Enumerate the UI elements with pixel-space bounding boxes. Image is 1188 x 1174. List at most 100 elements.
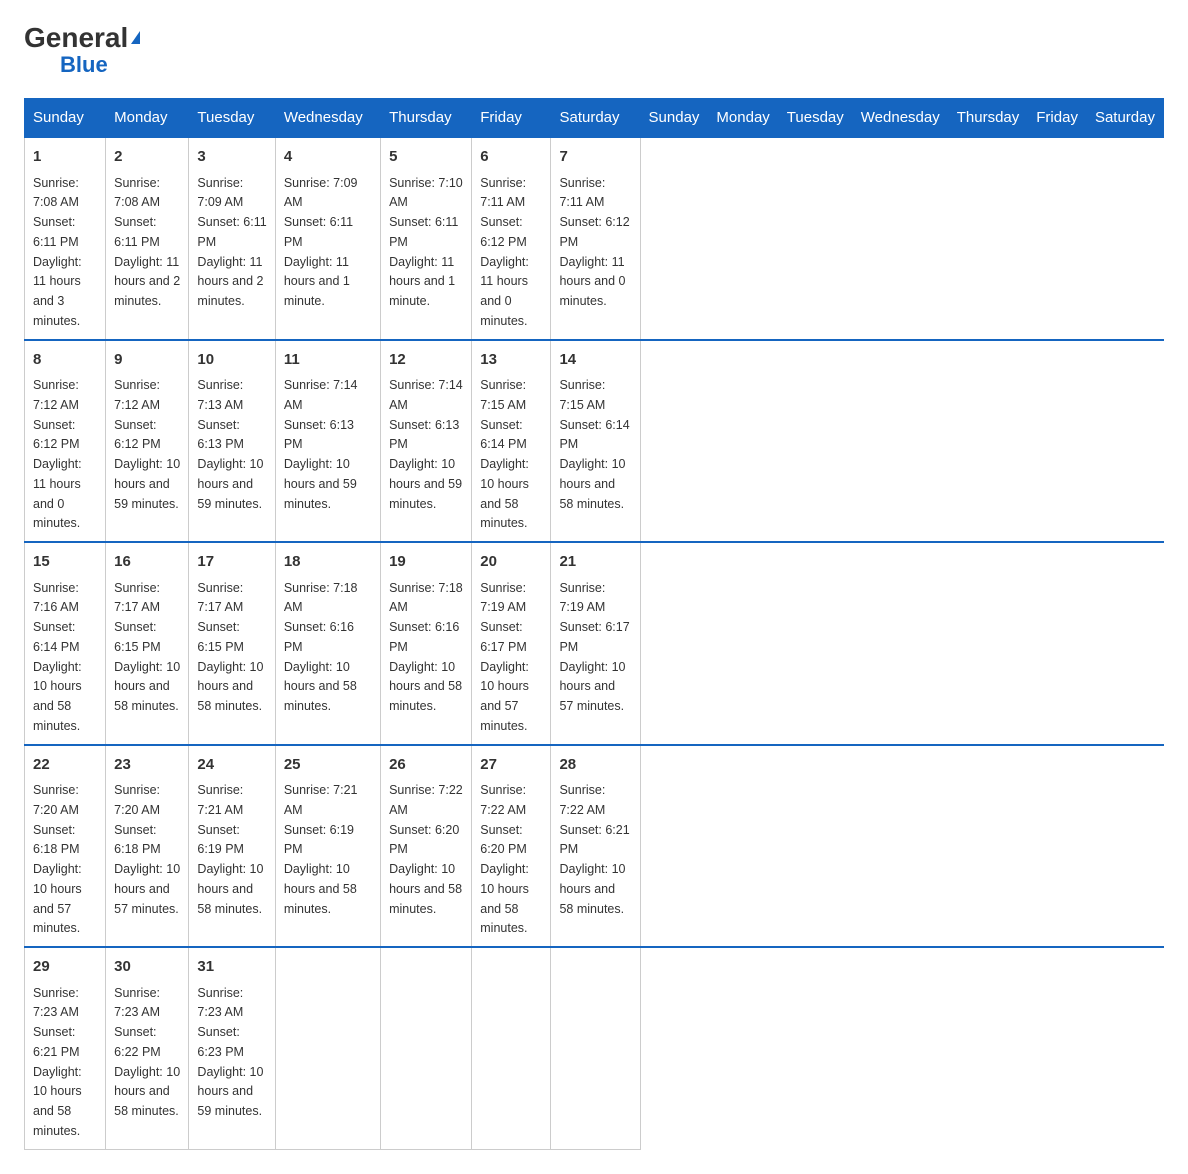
day-number: 19 bbox=[389, 551, 463, 574]
day-number: 18 bbox=[284, 551, 372, 574]
day-number: 11 bbox=[284, 349, 372, 372]
calendar-cell: 27Sunrise: 7:22 AMSunset: 6:20 PMDayligh… bbox=[472, 745, 551, 948]
day-number: 5 bbox=[389, 146, 463, 169]
calendar-cell: 2Sunrise: 7:08 AMSunset: 6:11 PMDaylight… bbox=[106, 137, 189, 340]
calendar-cell: 5 Sunrise: 7:10 AMSunset: 6:11 PMDaylight… bbox=[381, 137, 472, 340]
calendar-cell: 11 Sunrise: 7:14 AMSunset: 6:13 PMDayligh… bbox=[275, 340, 380, 543]
calendar-cell: 22 Sunrise: 7:20 AMSunset: 6:18 PMDayligh… bbox=[25, 745, 106, 948]
day-number: 16 bbox=[114, 551, 180, 574]
calendar-cell: 14Sunrise: 7:15 AMSunset: 6:14 PMDayligh… bbox=[551, 340, 640, 543]
calendar-cell: 31 Sunrise: 7:23 AMSunset: 6:23 PMDayligh… bbox=[189, 947, 275, 1149]
day-number: 24 bbox=[197, 754, 266, 777]
day-number: 10 bbox=[197, 349, 266, 372]
day-number: 25 bbox=[284, 754, 372, 777]
day-info: Sunrise: 7:13 AMSunset: 6:13 PMDaylight:… bbox=[197, 378, 263, 511]
day-info: Sunrise: 7:10 AMSunset: 6:11 PMDaylight:… bbox=[389, 176, 463, 309]
day-number: 4 bbox=[284, 146, 372, 169]
logo: General Blue bbox=[24, 24, 140, 78]
day-info: Sunrise: 7:16 AMSunset: 6:14 PMDaylight:… bbox=[33, 581, 82, 733]
calendar-cell: 20Sunrise: 7:19 AMSunset: 6:17 PMDayligh… bbox=[472, 542, 551, 745]
day-number: 17 bbox=[197, 551, 266, 574]
day-number: 22 bbox=[33, 754, 97, 777]
day-info: Sunrise: 7:12 AMSunset: 6:12 PMDaylight:… bbox=[114, 378, 180, 511]
calendar-week-row: 1Sunrise: 7:08 AMSunset: 6:11 PMDaylight… bbox=[25, 137, 1164, 340]
day-number: 13 bbox=[480, 349, 542, 372]
calendar-cell: 26Sunrise: 7:22 AMSunset: 6:20 PMDayligh… bbox=[381, 745, 472, 948]
calendar-cell: 19 Sunrise: 7:18 AMSunset: 6:16 PMDayligh… bbox=[381, 542, 472, 745]
calendar-cell: 4 Sunrise: 7:09 AMSunset: 6:11 PMDaylight… bbox=[275, 137, 380, 340]
day-info: Sunrise: 7:20 AMSunset: 6:18 PMDaylight:… bbox=[33, 783, 82, 935]
day-info: Sunrise: 7:09 AMSunset: 6:11 PMDaylight:… bbox=[284, 176, 358, 309]
day-number: 6 bbox=[480, 146, 542, 169]
calendar-cell: 24 Sunrise: 7:21 AMSunset: 6:19 PMDayligh… bbox=[189, 745, 275, 948]
day-info: Sunrise: 7:15 AMSunset: 6:14 PMDaylight:… bbox=[480, 378, 529, 530]
day-number: 2 bbox=[114, 146, 180, 169]
day-number: 31 bbox=[197, 956, 266, 979]
calendar-cell bbox=[381, 947, 472, 1149]
col-header-sunday: Sunday bbox=[25, 99, 106, 138]
col-header-thursday: Thursday bbox=[381, 99, 472, 138]
calendar-cell: 3Sunrise: 7:09 AMSunset: 6:11 PMDaylight… bbox=[189, 137, 275, 340]
calendar-cell: 12 Sunrise: 7:14 AMSunset: 6:13 PMDayligh… bbox=[381, 340, 472, 543]
calendar-cell: 13 Sunrise: 7:15 AMSunset: 6:14 PMDayligh… bbox=[472, 340, 551, 543]
day-info: Sunrise: 7:14 AMSunset: 6:13 PMDaylight:… bbox=[389, 378, 463, 511]
day-number: 28 bbox=[559, 754, 631, 777]
day-number: 12 bbox=[389, 349, 463, 372]
calendar-cell: 17 Sunrise: 7:17 AMSunset: 6:15 PMDayligh… bbox=[189, 542, 275, 745]
day-number: 8 bbox=[33, 349, 97, 372]
col-header-saturday: Saturday bbox=[551, 99, 640, 138]
day-number: 21 bbox=[559, 551, 631, 574]
calendar-cell: 28 Sunrise: 7:22 AMSunset: 6:21 PMDayligh… bbox=[551, 745, 640, 948]
col-header-monday: Monday bbox=[708, 99, 778, 138]
col-header-tuesday: Tuesday bbox=[189, 99, 275, 138]
col-header-thursday: Thursday bbox=[948, 99, 1028, 138]
day-info: Sunrise: 7:11 AMSunset: 6:12 PMDaylight:… bbox=[480, 176, 529, 328]
day-number: 23 bbox=[114, 754, 180, 777]
day-number: 29 bbox=[33, 956, 97, 979]
logo-general-text: General bbox=[24, 24, 140, 52]
day-info: Sunrise: 7:22 AMSunset: 6:20 PMDaylight:… bbox=[480, 783, 529, 935]
calendar-header-row: SundayMondayTuesdayWednesdayThursdayFrid… bbox=[25, 99, 1164, 138]
day-info: Sunrise: 7:08 AMSunset: 6:11 PMDaylight:… bbox=[33, 176, 82, 328]
page-header: General Blue bbox=[24, 24, 1164, 78]
day-info: Sunrise: 7:17 AMSunset: 6:15 PMDaylight:… bbox=[114, 581, 180, 714]
day-number: 20 bbox=[480, 551, 542, 574]
col-header-wednesday: Wednesday bbox=[852, 99, 948, 138]
calendar-cell bbox=[275, 947, 380, 1149]
calendar-cell: 23 Sunrise: 7:20 AMSunset: 6:18 PMDayligh… bbox=[106, 745, 189, 948]
day-info: Sunrise: 7:18 AMSunset: 6:16 PMDaylight:… bbox=[284, 581, 358, 714]
calendar-cell: 15Sunrise: 7:16 AMSunset: 6:14 PMDayligh… bbox=[25, 542, 106, 745]
col-header-friday: Friday bbox=[472, 99, 551, 138]
calendar-cell: 9 Sunrise: 7:12 AMSunset: 6:12 PMDaylight… bbox=[106, 340, 189, 543]
day-info: Sunrise: 7:12 AMSunset: 6:12 PMDaylight:… bbox=[33, 378, 82, 530]
col-header-wednesday: Wednesday bbox=[275, 99, 380, 138]
day-info: Sunrise: 7:20 AMSunset: 6:18 PMDaylight:… bbox=[114, 783, 180, 916]
day-number: 30 bbox=[114, 956, 180, 979]
day-info: Sunrise: 7:22 AMSunset: 6:21 PMDaylight:… bbox=[559, 783, 629, 916]
day-info: Sunrise: 7:23 AMSunset: 6:23 PMDaylight:… bbox=[197, 986, 263, 1119]
col-header-saturday: Saturday bbox=[1086, 99, 1163, 138]
col-header-sunday: Sunday bbox=[640, 99, 708, 138]
logo-blue-text: Blue bbox=[60, 52, 108, 78]
day-info: Sunrise: 7:17 AMSunset: 6:15 PMDaylight:… bbox=[197, 581, 263, 714]
day-info: Sunrise: 7:21 AMSunset: 6:19 PMDaylight:… bbox=[284, 783, 358, 916]
day-info: Sunrise: 7:22 AMSunset: 6:20 PMDaylight:… bbox=[389, 783, 463, 916]
calendar-cell: 7Sunrise: 7:11 AMSunset: 6:12 PMDaylight… bbox=[551, 137, 640, 340]
day-info: Sunrise: 7:18 AMSunset: 6:16 PMDaylight:… bbox=[389, 581, 463, 714]
calendar-cell: 30Sunrise: 7:23 AMSunset: 6:22 PMDayligh… bbox=[106, 947, 189, 1149]
day-info: Sunrise: 7:19 AMSunset: 6:17 PMDaylight:… bbox=[559, 581, 629, 714]
day-info: Sunrise: 7:14 AMSunset: 6:13 PMDaylight:… bbox=[284, 378, 358, 511]
calendar-cell: 21 Sunrise: 7:19 AMSunset: 6:17 PMDayligh… bbox=[551, 542, 640, 745]
calendar-cell: 16 Sunrise: 7:17 AMSunset: 6:15 PMDayligh… bbox=[106, 542, 189, 745]
calendar-cell: 29Sunrise: 7:23 AMSunset: 6:21 PMDayligh… bbox=[25, 947, 106, 1149]
day-number: 14 bbox=[559, 349, 631, 372]
calendar-week-row: 15Sunrise: 7:16 AMSunset: 6:14 PMDayligh… bbox=[25, 542, 1164, 745]
day-number: 9 bbox=[114, 349, 180, 372]
day-number: 7 bbox=[559, 146, 631, 169]
day-number: 3 bbox=[197, 146, 266, 169]
calendar-cell: 6 Sunrise: 7:11 AMSunset: 6:12 PMDaylight… bbox=[472, 137, 551, 340]
day-info: Sunrise: 7:21 AMSunset: 6:19 PMDaylight:… bbox=[197, 783, 263, 916]
calendar-table: SundayMondayTuesdayWednesdayThursdayFrid… bbox=[24, 98, 1164, 1150]
col-header-tuesday: Tuesday bbox=[778, 99, 852, 138]
col-header-monday: Monday bbox=[106, 99, 189, 138]
